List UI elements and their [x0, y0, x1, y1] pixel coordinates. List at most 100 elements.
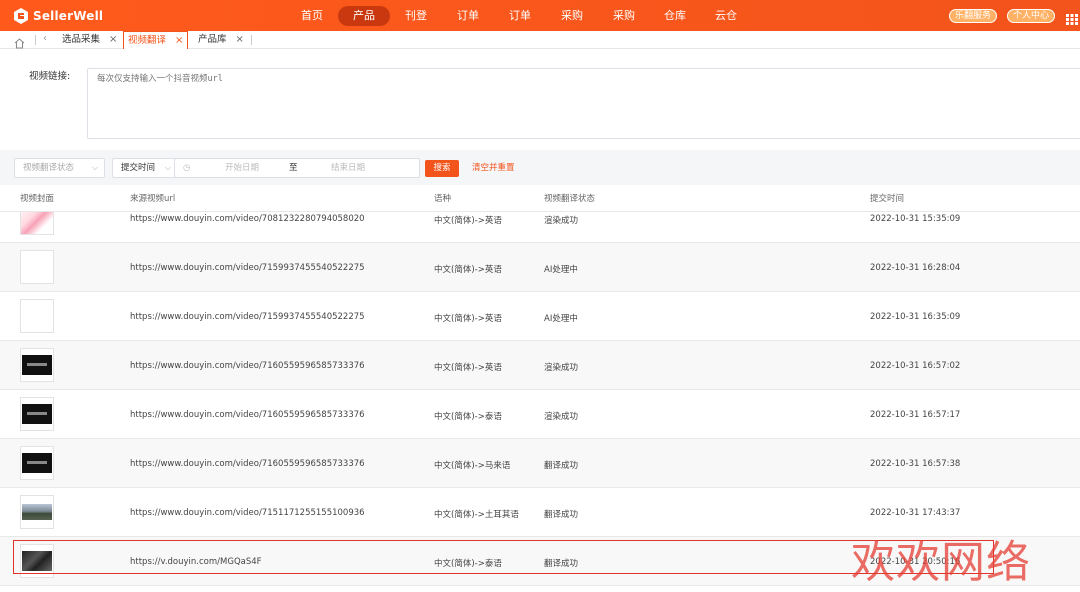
- chevron-down-icon: ⌵: [91, 163, 98, 172]
- language-cell: 中文(简体)->英语: [434, 265, 502, 275]
- video-thumbnail[interactable]: [20, 495, 54, 529]
- grid-menu-icon[interactable]: [1066, 10, 1078, 25]
- tab-divider: [251, 35, 252, 45]
- table-row[interactable]: https://www.douyin.com/video/71605595965…: [0, 390, 1080, 439]
- table-body: https://www.douyin.com/video/70812322807…: [0, 212, 1080, 592]
- video-thumbnail[interactable]: [20, 446, 54, 480]
- status-cell: 渲染成功: [544, 412, 579, 422]
- submit-time-cell: 2022-10-31 17:43:37: [870, 508, 961, 518]
- video-url-label: 视频链接:: [29, 71, 71, 82]
- tab-label: 选品采集: [62, 34, 101, 45]
- video-url-input[interactable]: [88, 69, 1080, 138]
- submit-time-cell: 2022-10-31 20:50:16: [870, 557, 961, 567]
- thumbnail-caption-mark: [27, 412, 47, 415]
- table-row[interactable]: https://www.douyin.com/video/71511712551…: [0, 488, 1080, 537]
- tab-video-translation[interactable]: 视频翻译 ×: [123, 31, 189, 49]
- tab-strip: ‹ 选品采集 × 视频翻译 × 产品库 ×: [0, 31, 1080, 49]
- language-cell: 中文(简体)->土耳其语: [434, 510, 519, 520]
- close-icon[interactable]: ×: [109, 34, 117, 45]
- table-row[interactable]: https://www.douyin.com/video/71605595965…: [0, 341, 1080, 390]
- end-date-input[interactable]: 结束日期: [331, 159, 365, 177]
- table-row[interactable]: https://www.douyin.com/video/71605595965…: [0, 439, 1080, 488]
- column-header-language: 语种: [434, 194, 452, 204]
- submit-time-cell: 2022-10-31 16:57:38: [870, 459, 961, 469]
- time-type-value: 提交时间: [121, 163, 156, 173]
- thumbnail-caption-mark: [27, 363, 47, 366]
- video-thumbnail[interactable]: [20, 250, 54, 284]
- clock-icon: ◷: [183, 163, 191, 173]
- nav-item[interactable]: 采购: [612, 6, 636, 26]
- status-cell: AI处理中: [544, 265, 578, 275]
- submit-time-cell: 2022-10-31 15:35:09: [870, 214, 961, 224]
- logo[interactable]: SellerWell: [14, 7, 103, 25]
- video-thumbnail[interactable]: [20, 299, 54, 333]
- profile-button[interactable]: 个人中心: [1007, 9, 1056, 23]
- language-cell: 中文(简体)->英语: [434, 216, 502, 226]
- status-select[interactable]: 视频翻译状态 ⌵: [14, 158, 105, 178]
- nav-item[interactable]: 订单: [508, 6, 532, 26]
- status-cell: 渲染成功: [544, 216, 579, 226]
- tab-label: 产品库: [198, 34, 227, 45]
- submit-time-cell: 2022-10-31 16:57:02: [870, 361, 961, 371]
- nav-item[interactable]: 采购: [560, 6, 584, 26]
- time-type-select[interactable]: 提交时间 ⌵: [112, 158, 178, 178]
- start-date-input[interactable]: 开始日期: [225, 159, 259, 177]
- video-thumbnail[interactable]: [20, 348, 54, 382]
- date-range-picker[interactable]: ◷ 开始日期 至 结束日期: [174, 158, 420, 178]
- tab-scroll-left-icon[interactable]: ‹: [43, 33, 47, 44]
- thumbnail-caption-mark: [27, 461, 47, 464]
- video-url-cell[interactable]: https://www.douyin.com/video/70812322807…: [130, 214, 365, 224]
- language-cell: 中文(简体)->马来语: [434, 461, 511, 471]
- language-cell: 中文(简体)->英语: [434, 314, 502, 324]
- chevron-down-icon: ⌵: [164, 163, 171, 172]
- nav-item[interactable]: 仓库: [663, 6, 687, 26]
- status-cell: AI处理中: [544, 314, 578, 324]
- tab-product-library[interactable]: 产品库 ×: [198, 31, 244, 49]
- filter-bar: 视频翻译状态 ⌵ 提交时间 ⌵ ◷ 开始日期 至 结束日期 搜索 清空并重置: [0, 150, 1080, 185]
- close-icon[interactable]: ×: [236, 34, 244, 45]
- video-thumbnail[interactable]: [20, 397, 54, 431]
- status-cell: 翻译成功: [544, 510, 579, 520]
- table-header: 视频封面 来源视频url 语种 视频翻译状态 提交时间: [0, 186, 1080, 212]
- column-header-url: 来源视频url: [130, 194, 176, 204]
- tab-product-collection[interactable]: 选品采集 ×: [62, 31, 117, 49]
- language-cell: 中文(简体)->泰语: [434, 559, 502, 569]
- reset-button[interactable]: 清空并重置: [472, 160, 515, 177]
- video-url-cell[interactable]: https://www.douyin.com/video/71605595965…: [130, 361, 365, 371]
- language-cell: 中文(简体)->英语: [434, 363, 502, 373]
- video-thumbnail[interactable]: [20, 544, 54, 578]
- search-button[interactable]: 搜索: [425, 160, 459, 177]
- nav-item[interactable]: 首页: [300, 6, 324, 26]
- video-url-cell[interactable]: https://www.douyin.com/video/71605595965…: [130, 410, 365, 420]
- home-icon[interactable]: [14, 34, 25, 53]
- brand-name: SellerWell: [33, 9, 104, 23]
- video-thumbnail[interactable]: [20, 212, 54, 235]
- submit-time-cell: 2022-10-31 16:57:17: [870, 410, 961, 420]
- range-separator: 至: [289, 163, 298, 173]
- table-row[interactable]: https://www.douyin.com/video/71599374555…: [0, 292, 1080, 341]
- table-row[interactable]: https://www.douyin.com/video/71599374555…: [0, 243, 1080, 292]
- nav-item[interactable]: 刊登: [404, 6, 428, 26]
- status-cell: 翻译成功: [544, 461, 579, 471]
- video-url-cell[interactable]: https://v.douyin.com/MGQaS4F: [130, 557, 262, 567]
- language-cell: 中文(简体)->泰语: [434, 412, 502, 422]
- video-url-cell[interactable]: https://www.douyin.com/video/71599374555…: [130, 263, 365, 273]
- nav-item[interactable]: 云仓: [714, 6, 738, 26]
- video-url-cell[interactable]: https://www.douyin.com/video/71599374555…: [130, 312, 365, 322]
- service-button[interactable]: 乐翻服务: [949, 9, 998, 23]
- tab-divider: [35, 35, 36, 45]
- nav-item[interactable]: 产品: [338, 6, 390, 26]
- video-url-input-wrapper: [87, 68, 1080, 139]
- submit-time-cell: 2022-10-31 16:28:04: [870, 263, 961, 273]
- table-row[interactable]: https://v.douyin.com/MGQaS4F 中文(简体)->泰语 翻译…: [0, 537, 1080, 586]
- nav-item[interactable]: 订单: [456, 6, 480, 26]
- close-icon[interactable]: ×: [175, 35, 183, 46]
- status-cell: 翻译成功: [544, 559, 579, 569]
- column-header-time: 提交时间: [870, 194, 905, 204]
- video-url-cell[interactable]: https://www.douyin.com/video/71605595965…: [130, 459, 365, 469]
- submit-time-cell: 2022-10-31 16:35:09: [870, 312, 961, 322]
- table-row[interactable]: https://www.douyin.com/video/70812322807…: [0, 212, 1080, 243]
- video-url-cell[interactable]: https://www.douyin.com/video/71511712551…: [130, 508, 365, 518]
- status-cell: 渲染成功: [544, 363, 579, 373]
- tab-label: 视频翻译: [128, 35, 167, 46]
